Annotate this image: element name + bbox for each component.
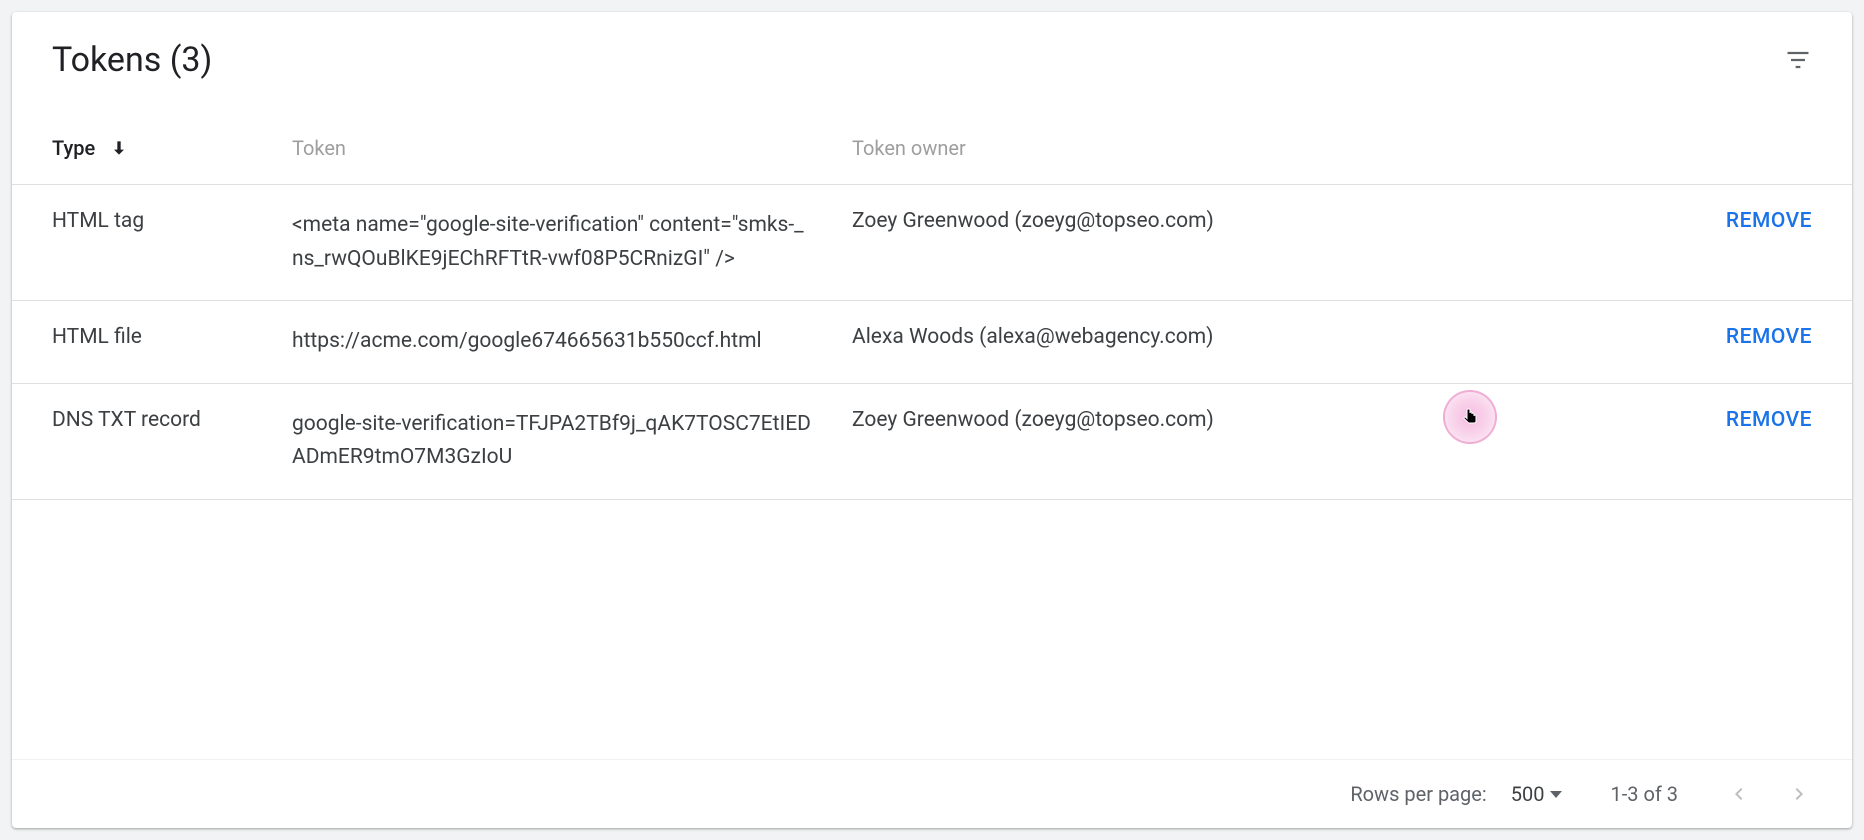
table-row: HTML tag <meta name="google-site-verific… (12, 185, 1852, 301)
pagination-range: 1-3 of 3 (1610, 782, 1678, 806)
filter-icon[interactable] (1784, 46, 1812, 74)
arrow-down-icon (109, 138, 129, 158)
cell-token: <meta name="google-site-verification" co… (292, 209, 852, 276)
rows-per-page-select[interactable]: 500 (1511, 782, 1563, 806)
column-header-type-label: Type (52, 136, 95, 160)
column-header-token[interactable]: Token (292, 136, 852, 160)
rows-per-page: Rows per page: 500 (1350, 782, 1562, 806)
column-header-type[interactable]: Type (52, 136, 292, 160)
cell-type: DNS TXT record (52, 408, 292, 432)
remove-button[interactable]: REMOVE (1692, 209, 1812, 233)
cell-token: google-site-verification=TFJPA2TBf9j_qAK… (292, 408, 852, 475)
table-body: HTML tag <meta name="google-site-verific… (12, 185, 1852, 759)
tokens-card: Tokens (3) Type Token Token owner HTML t… (12, 12, 1852, 828)
table-row: DNS TXT record google-site-verification=… (12, 384, 1852, 500)
card-header: Tokens (3) (12, 12, 1852, 98)
pagination-arrows (1726, 782, 1812, 806)
remove-button[interactable]: REMOVE (1692, 325, 1812, 349)
remove-button[interactable]: REMOVE (1692, 408, 1812, 432)
cell-token: https://acme.com/google674665631b550ccf.… (292, 325, 852, 359)
rows-per-page-value: 500 (1511, 782, 1545, 806)
rows-per-page-label: Rows per page: (1350, 782, 1486, 806)
table-row: HTML file https://acme.com/google6746656… (12, 301, 1852, 384)
cell-owner: Zoey Greenwood (zoeyg@topseo.com) (852, 408, 1692, 432)
column-header-owner[interactable]: Token owner (852, 136, 1692, 160)
chevron-right-icon[interactable] (1788, 782, 1812, 806)
chevron-left-icon[interactable] (1726, 782, 1750, 806)
cell-owner: Zoey Greenwood (zoeyg@topseo.com) (852, 209, 1692, 233)
table-header-row: Type Token Token owner (12, 98, 1852, 185)
cell-owner: Alexa Woods (alexa@webagency.com) (852, 325, 1692, 349)
page-title: Tokens (3) (52, 40, 212, 80)
dropdown-triangle-icon (1550, 791, 1562, 798)
pagination-bar: Rows per page: 500 1-3 of 3 (12, 759, 1852, 828)
cell-type: HTML tag (52, 209, 292, 233)
cell-type: HTML file (52, 325, 292, 349)
